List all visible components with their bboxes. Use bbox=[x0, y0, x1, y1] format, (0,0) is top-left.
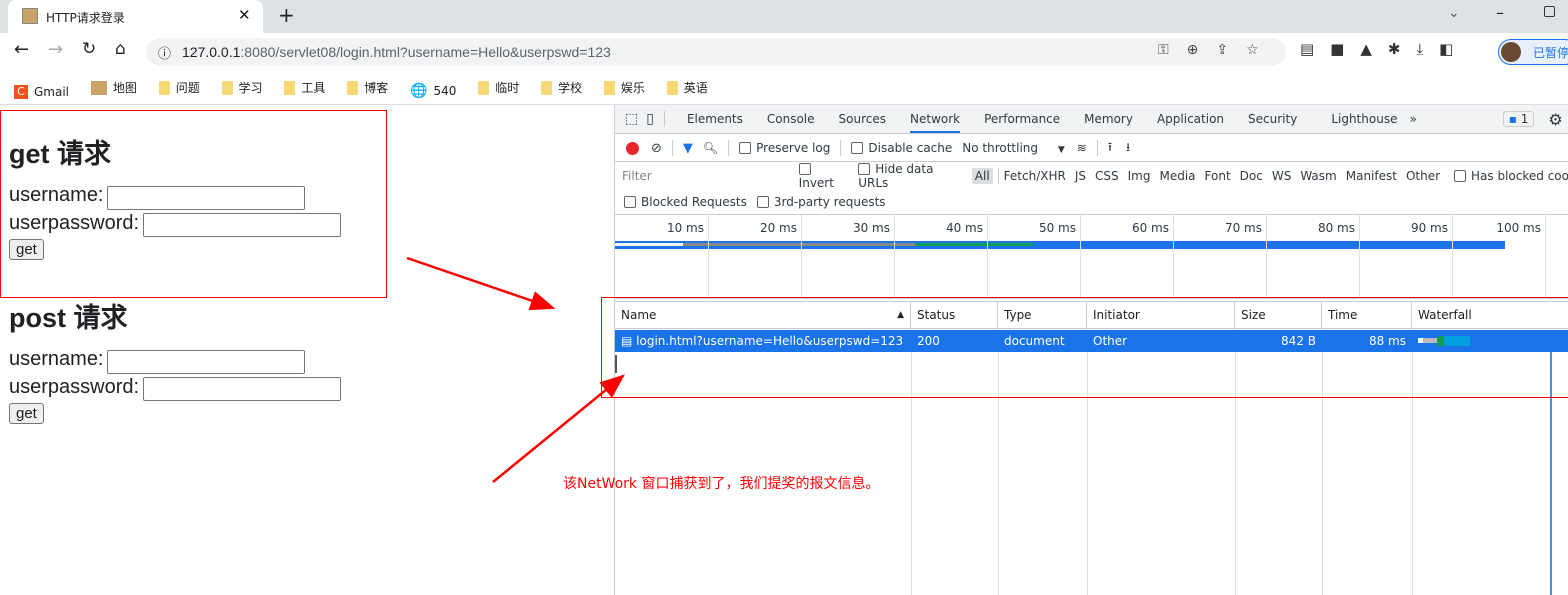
annotation-arrows bbox=[406, 256, 625, 483]
arrow-icon bbox=[406, 256, 556, 311]
annotation-text: 该NetWork 窗口捕获到了，我们提奖的报文信息。 bbox=[563, 476, 880, 492]
arrow-icon bbox=[492, 374, 625, 483]
